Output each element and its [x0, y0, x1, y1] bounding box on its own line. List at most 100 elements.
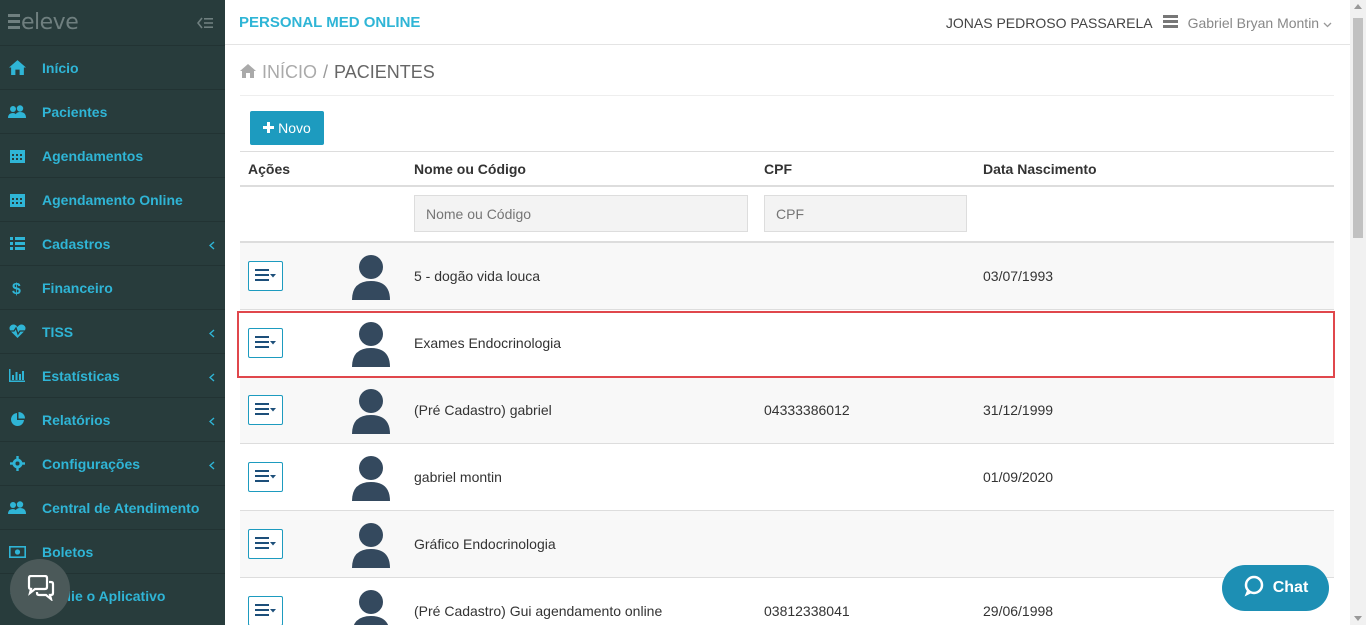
svg-text:$: $: [12, 281, 21, 296]
sidebar-item-label: TISS: [42, 323, 74, 340]
table-row: Gráfico Endocrinologia: [240, 511, 1334, 578]
heartbeat-icon: [0, 324, 42, 339]
list-dropdown-icon: [255, 536, 276, 552]
plus-icon: [263, 120, 275, 136]
sidebar-item-label: Agendamentos: [42, 147, 144, 164]
user-name: Gabriel Bryan Montin: [1187, 14, 1320, 31]
sidebar-item-inicio[interactable]: Início: [0, 45, 225, 89]
row-actions-button[interactable]: [248, 395, 283, 425]
chat-label: Chat: [1272, 579, 1309, 596]
sidebar-item-label: Pacientes: [42, 103, 108, 120]
patients-table: Ações Nome ou Código CPF Data Nascimento…: [240, 151, 1334, 625]
chat-bubbles-icon: [25, 574, 55, 604]
row-actions-button[interactable]: [248, 596, 283, 625]
clinic-name: JONAS PEDROSO PASSARELA: [945, 14, 1153, 31]
scroll-thumb[interactable]: [1353, 18, 1363, 238]
patient-cpf: 03812338041: [764, 603, 850, 619]
table-header: Ações Nome ou Código CPF Data Nascimento: [240, 151, 1334, 187]
table-row: gabriel montin 01/09/2020: [240, 444, 1334, 511]
sidebar-item-label: Central de Atendimento: [42, 499, 200, 516]
breadcrumb-current: PACIENTES: [334, 62, 435, 82]
table-row: (Pré Cadastro) gabriel 04333386012 31/12/1…: [240, 377, 1334, 444]
sidebar-item-label: Relatórios: [42, 411, 111, 428]
user-menu[interactable]: Gabriel Bryan Montin: [1188, 15, 1332, 31]
sidebar-item-label: Cadastros: [42, 235, 111, 252]
sidebar-item-tiss[interactable]: TISS: [0, 309, 225, 353]
sidebar-item-cadastros[interactable]: Cadastros: [0, 221, 225, 265]
brand-title[interactable]: PERSONAL MED ONLINE: [239, 14, 420, 31]
patient-avatar-icon: [350, 254, 392, 303]
sidebar-item-label: Financeiro: [42, 279, 113, 296]
sidebar-item-configuracoes[interactable]: Configurações: [0, 441, 225, 485]
sidebar-item-agendamento-online[interactable]: Agendamento Online: [0, 177, 225, 221]
sidebar-item-pacientes[interactable]: Pacientes: [0, 89, 225, 133]
list-dropdown-icon: [255, 268, 276, 284]
name-filter-input[interactable]: [414, 195, 748, 232]
patient-name[interactable]: Gráfico Endocrinologia: [414, 536, 556, 552]
header-cpf[interactable]: CPF: [764, 161, 792, 177]
page-scrollbar[interactable]: [1350, 0, 1366, 625]
chevron-left-icon: [208, 369, 215, 385]
money-icon: [0, 545, 42, 558]
collapse-sidebar-icon[interactable]: [197, 16, 213, 30]
row-actions-button[interactable]: [248, 328, 283, 358]
patient-name[interactable]: 5 - dogão vida louca: [414, 268, 540, 284]
breadcrumb-home[interactable]: INÍCIO: [262, 62, 317, 83]
calendar-icon: [0, 192, 42, 207]
sidebar-item-relatorios[interactable]: Relatórios: [0, 397, 225, 441]
home-icon[interactable]: [240, 62, 256, 83]
sidebar-item-label: Agendamento Online: [42, 191, 183, 208]
patient-birth-date: 31/12/1999: [983, 402, 1054, 418]
scroll-down-arrow[interactable]: [1354, 616, 1362, 621]
patient-avatar-icon: [350, 589, 392, 625]
row-actions-button[interactable]: [248, 261, 283, 291]
support-chat-bubble[interactable]: [10, 559, 70, 619]
cpf-filter-input[interactable]: [764, 195, 967, 232]
server-icon[interactable]: [1162, 14, 1178, 31]
bar-chart-icon: [0, 369, 42, 382]
chevron-left-icon: [208, 457, 215, 473]
table-row: Exames Endocrinologia: [240, 310, 1334, 377]
sidebar-item-central-de-atendimento[interactable]: Central de Atendimento: [0, 485, 225, 529]
chevron-left-icon: [208, 237, 215, 253]
sidebar-item-estatisticas[interactable]: Estatísticas: [0, 353, 225, 397]
sidebar: eleve Início Pacientes Agendamentos Agendam…: [0, 0, 225, 625]
patient-avatar-icon: [350, 522, 392, 571]
gear-icon: [0, 456, 42, 471]
sidebar-item-label: Boletos: [42, 543, 94, 560]
list-dropdown-icon: [255, 469, 276, 485]
sidebar-item-label: Estatísticas: [42, 367, 120, 384]
chevron-down-icon: [1323, 15, 1332, 31]
sidebar-item-agendamentos[interactable]: Agendamentos: [0, 133, 225, 177]
header-birth-date[interactable]: Data Nascimento: [983, 161, 1097, 177]
list-icon: [0, 237, 42, 250]
filter-row: [240, 187, 1334, 243]
breadcrumb: INÍCIO / PACIENTES: [240, 50, 1334, 96]
patient-cpf: 04333386012: [764, 402, 850, 418]
sidebar-item-label: Configurações: [42, 455, 141, 472]
users-icon: [0, 500, 42, 515]
patient-name[interactable]: (Pré Cadastro) Gui agendamento online: [414, 603, 662, 619]
patient-birth-date: 29/06/1998: [983, 603, 1054, 619]
dollar-icon: $: [0, 280, 42, 296]
list-dropdown-icon: [255, 402, 276, 418]
chat-icon: [1243, 575, 1265, 602]
sidebar-nav: Início Pacientes Agendamentos Agendamento O…: [0, 45, 225, 617]
header-actions: Ações: [248, 161, 291, 177]
chat-button[interactable]: Chat: [1222, 565, 1329, 611]
calendar-icon: [0, 148, 42, 163]
patient-name[interactable]: (Pré Cadastro) gabriel: [414, 402, 552, 418]
patient-name[interactable]: gabriel montin: [414, 469, 502, 485]
row-actions-button[interactable]: [248, 462, 283, 492]
home-icon: [0, 60, 42, 75]
row-actions-button[interactable]: [248, 529, 283, 559]
new-patient-button[interactable]: Novo: [250, 111, 324, 145]
logo-area: eleve: [0, 0, 225, 45]
patient-birth-date: 03/07/1993: [983, 268, 1054, 284]
scroll-up-arrow[interactable]: [1354, 4, 1362, 9]
header-name[interactable]: Nome ou Código: [414, 161, 526, 177]
users-icon: [0, 104, 42, 119]
sidebar-item-financeiro[interactable]: $ Financeiro: [0, 265, 225, 309]
patient-name[interactable]: Exames Endocrinologia: [414, 335, 561, 351]
breadcrumb-separator: /: [323, 62, 329, 82]
